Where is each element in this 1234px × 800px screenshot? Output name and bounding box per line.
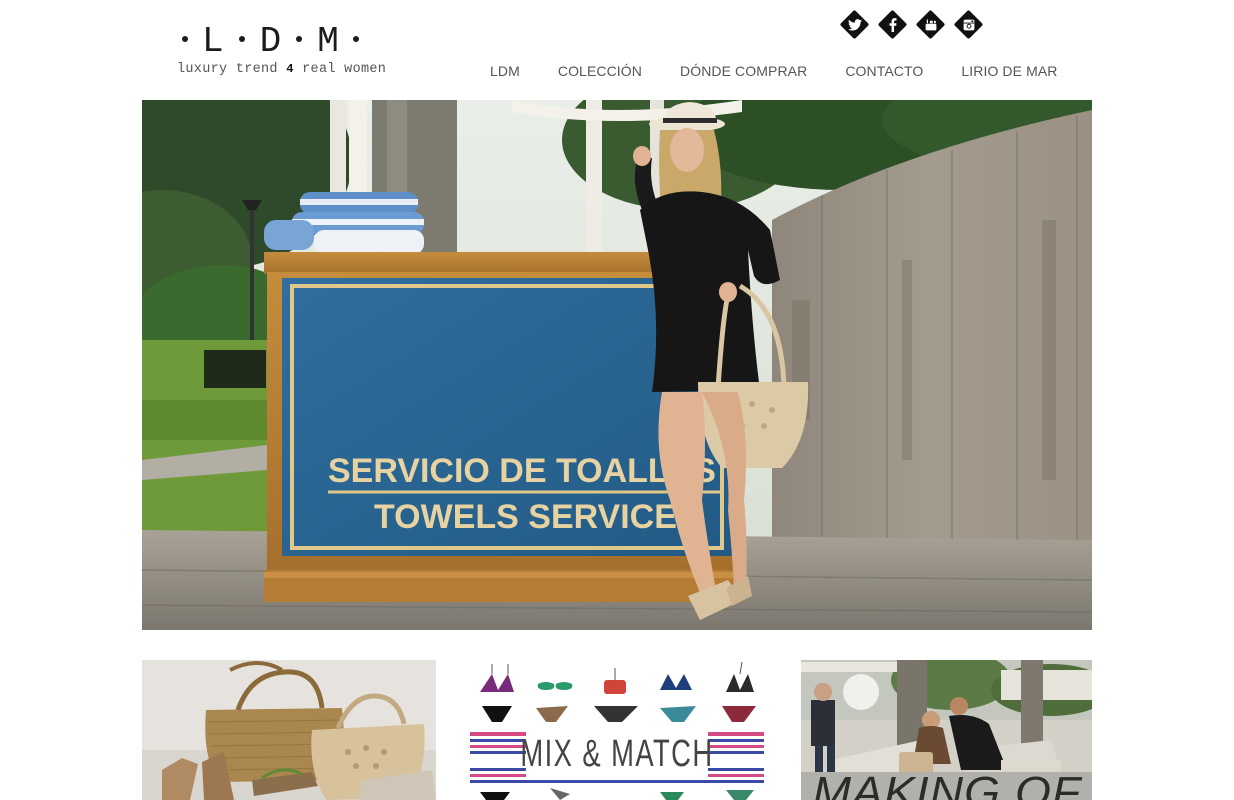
tagline-part-2: real women [302, 62, 387, 77]
instagram-glyph [954, 10, 983, 39]
tile-mix-match[interactable]: MIX & MATCH [470, 660, 764, 800]
nav-item-lirio-de-mar[interactable]: LIRIO DE MAR [961, 63, 1057, 79]
nav-item-ldm[interactable]: LDM [490, 63, 520, 79]
nav-item-donde-comprar[interactable]: DÓNDE COMPRAR [680, 63, 807, 79]
tagline-number: 4 [286, 62, 294, 76]
facebook-icon[interactable] [877, 9, 908, 40]
logo-mark: LDM [182, 22, 359, 62]
page: LDM luxury trend 4 real women LDM COLECC… [0, 0, 1234, 800]
instagram-icon[interactable] [953, 9, 984, 40]
tile-bags[interactable] [142, 660, 436, 800]
logo-dot [296, 36, 303, 43]
twitter-icon[interactable] [839, 9, 870, 40]
logo-letter-l: L [202, 21, 224, 62]
tile-making-of[interactable]: MAKING OF [801, 660, 1092, 800]
social-links [839, 9, 984, 42]
logo-tagline: luxury trend 4 real women [177, 62, 386, 77]
logo-dot [352, 36, 359, 43]
bags-photo [142, 660, 436, 800]
making-of-title: MAKING OF [812, 768, 1082, 800]
logo-letter-m: M [317, 21, 339, 62]
nav-item-contacto[interactable]: CONTACTO [845, 63, 923, 79]
logo-letter-d: D [259, 21, 282, 62]
twitter-glyph [840, 10, 869, 39]
hero-banner[interactable]: SERVICIO DE TOALLAS TOWELS SERVICE [142, 100, 1092, 630]
bikini-illustration [470, 660, 764, 800]
youtube-glyph [916, 10, 945, 39]
logo-dot [238, 36, 245, 43]
facebook-glyph [878, 10, 907, 39]
sign-line-1: SERVICIO DE TOALLAS [328, 452, 716, 490]
tagline-part-1: luxury trend [177, 62, 278, 77]
nav-item-coleccion[interactable]: COLECCIÓN [558, 63, 642, 79]
mix-match-title: MIX & MATCH [520, 733, 714, 775]
youtube-icon[interactable] [915, 9, 946, 40]
hero-photo: SERVICIO DE TOALLAS TOWELS SERVICE [142, 100, 1092, 630]
main-nav: LDM COLECCIÓN DÓNDE COMPRAR CONTACTO LIR… [490, 63, 1057, 79]
sign-line-2: TOWELS SERVICE [374, 498, 677, 536]
logo-dot [182, 36, 188, 43]
brand-logo[interactable]: LDM luxury trend 4 real women [176, 22, 416, 82]
